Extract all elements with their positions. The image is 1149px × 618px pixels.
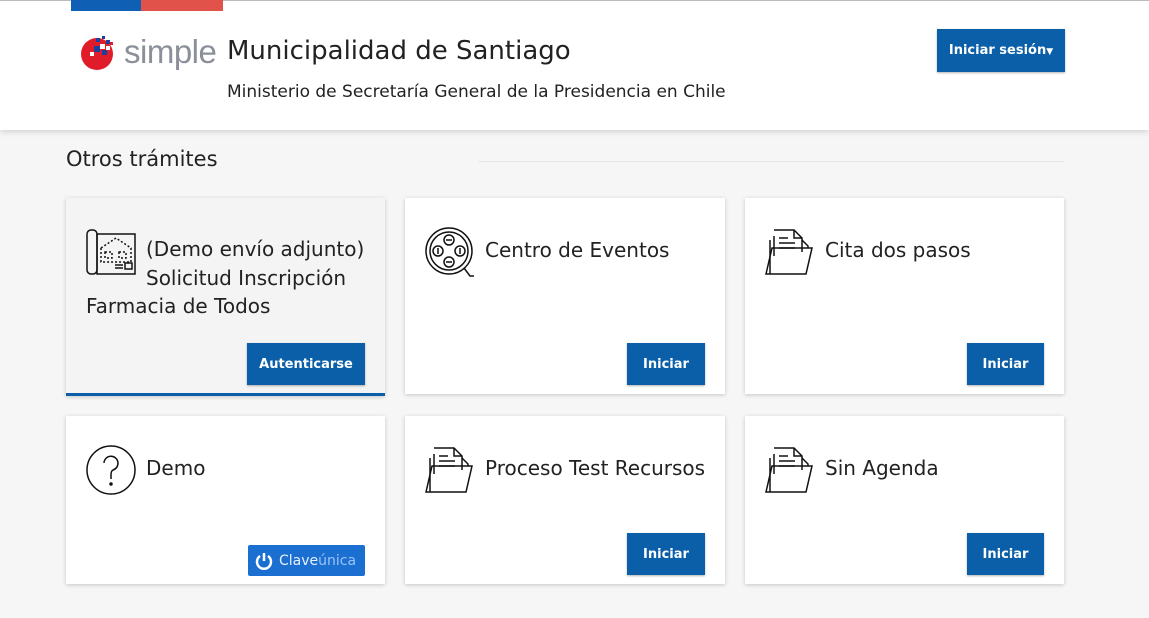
card-title-line2: Farmacia de Todos [86, 294, 271, 318]
card-title: Centro de Eventos [485, 238, 670, 262]
simple-logo[interactable]: simple [80, 32, 217, 72]
caret-down-icon: ▼ [1046, 47, 1054, 57]
card-title: (Demo envío adjunto) Solicitud Inscripci… [146, 235, 367, 293]
film-reel-icon [425, 227, 474, 277]
tramite-card[interactable]: Sin Agenda Iniciar [745, 416, 1064, 584]
header: simple Municipalidad de Santiago Ministe… [0, 0, 1149, 130]
blueprint-icon [86, 229, 136, 275]
folder-document-icon [765, 447, 813, 493]
logo-text: simple [124, 33, 217, 70]
folder-document-icon [425, 447, 473, 493]
page-title: Municipalidad de Santiago [227, 36, 571, 66]
start-button[interactable]: Iniciar [967, 343, 1044, 385]
page-subtitle: Ministerio de Secretaría General de la P… [227, 82, 726, 102]
tramite-card[interactable]: Proceso Test Recursos Iniciar [405, 416, 725, 584]
start-button[interactable]: Iniciar [627, 343, 705, 385]
claveunica-prefix: Clave [279, 552, 319, 569]
authenticate-button[interactable]: Autenticarse [247, 343, 365, 385]
tramite-card[interactable]: (Demo envío adjunto) Solicitud Inscripci… [66, 198, 385, 396]
claveunica-button[interactable]: Claveúnica [248, 545, 365, 576]
card-title: Demo [146, 456, 206, 480]
login-label: Iniciar sesión [948, 43, 1047, 58]
start-button[interactable]: Iniciar [627, 533, 705, 575]
start-button[interactable]: Iniciar [967, 533, 1044, 575]
section-title: Otros trámites [66, 147, 218, 171]
card-title: Cita dos pasos [825, 238, 971, 262]
card-title-line1: (Demo envío adjunto) Solicitud Inscripci… [146, 237, 365, 290]
login-button[interactable]: Iniciar sesión▼ [937, 29, 1065, 72]
card-title: Proceso Test Recursos [485, 456, 706, 480]
claveunica-suffix: única [318, 552, 357, 569]
tramite-card[interactable]: Cita dos pasos Iniciar [745, 198, 1064, 394]
question-circle-icon [86, 445, 136, 495]
flag-stripe-blue [71, 0, 141, 11]
card-title: Sin Agenda [825, 456, 939, 480]
power-icon [255, 552, 273, 570]
logo-icon [81, 36, 113, 70]
tramite-card[interactable]: Centro de Eventos Iniciar [405, 198, 725, 394]
flag-stripe-red [141, 0, 223, 11]
divider [478, 161, 1064, 162]
folder-document-icon [765, 229, 813, 275]
tramite-card[interactable]: Demo Claveúnica [66, 416, 385, 584]
claveunica-label: Claveúnica [279, 553, 356, 569]
